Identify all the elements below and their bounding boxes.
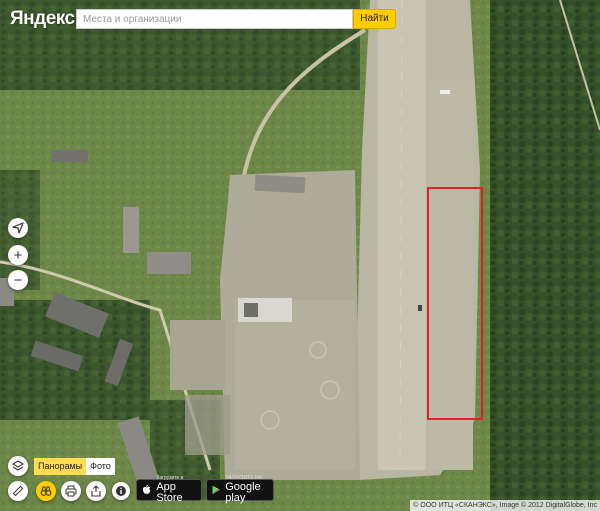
ruler-button[interactable]: [8, 481, 28, 501]
zoom-out-button[interactable]: −: [8, 270, 28, 290]
panorama-button[interactable]: [36, 481, 56, 501]
logo-text: Яндекс: [10, 8, 75, 29]
satellite-imagery: [0, 0, 600, 511]
binoculars-icon: [40, 486, 52, 496]
print-button[interactable]: [61, 481, 81, 501]
search-input[interactable]: Места и организации: [76, 9, 353, 29]
ruler-icon: [12, 485, 24, 497]
info-button[interactable]: [112, 482, 130, 500]
locate-button[interactable]: [8, 218, 28, 238]
locate-icon: [12, 222, 24, 234]
plus-icon: +: [13, 246, 23, 264]
app-store-label: App Store: [156, 481, 183, 504]
app-store-badge[interactable]: Загрузите в App Store: [136, 476, 202, 504]
search-placeholder: Места и организации: [83, 14, 182, 25]
highlight-rectangle: [427, 187, 483, 420]
search-button-label: Найти: [360, 13, 389, 24]
share-icon: [91, 485, 101, 497]
copyright-notice: © ООО ИТЦ «СКАНЭКС», Image © 2012 Digita…: [410, 500, 600, 511]
zoom-in-button[interactable]: +: [8, 245, 28, 265]
share-button[interactable]: [86, 481, 106, 501]
layers-icon: [12, 460, 24, 471]
google-play-icon: [212, 485, 221, 495]
print-icon: [65, 485, 77, 497]
minus-icon: −: [13, 271, 23, 289]
google-play-label: Google play: [225, 481, 261, 504]
info-icon: [116, 486, 126, 496]
layer-tabs: Панорамы Фото: [34, 458, 115, 475]
layers-button[interactable]: [8, 456, 28, 476]
apple-icon: [142, 484, 151, 494]
tab-photo[interactable]: Фото: [86, 458, 115, 475]
yandex-logo[interactable]: Яндекс: [10, 8, 75, 30]
search-button[interactable]: Найти: [353, 9, 396, 29]
satellite-map[interactable]: [0, 0, 600, 511]
google-play-badge[interactable]: ЗАГРУЗИТЕ НА Google play: [206, 476, 274, 504]
tab-panoramas[interactable]: Панорамы: [34, 458, 87, 475]
copyright-text: © ООО ИТЦ «СКАНЭКС», Image © 2012 Digita…: [413, 502, 597, 509]
